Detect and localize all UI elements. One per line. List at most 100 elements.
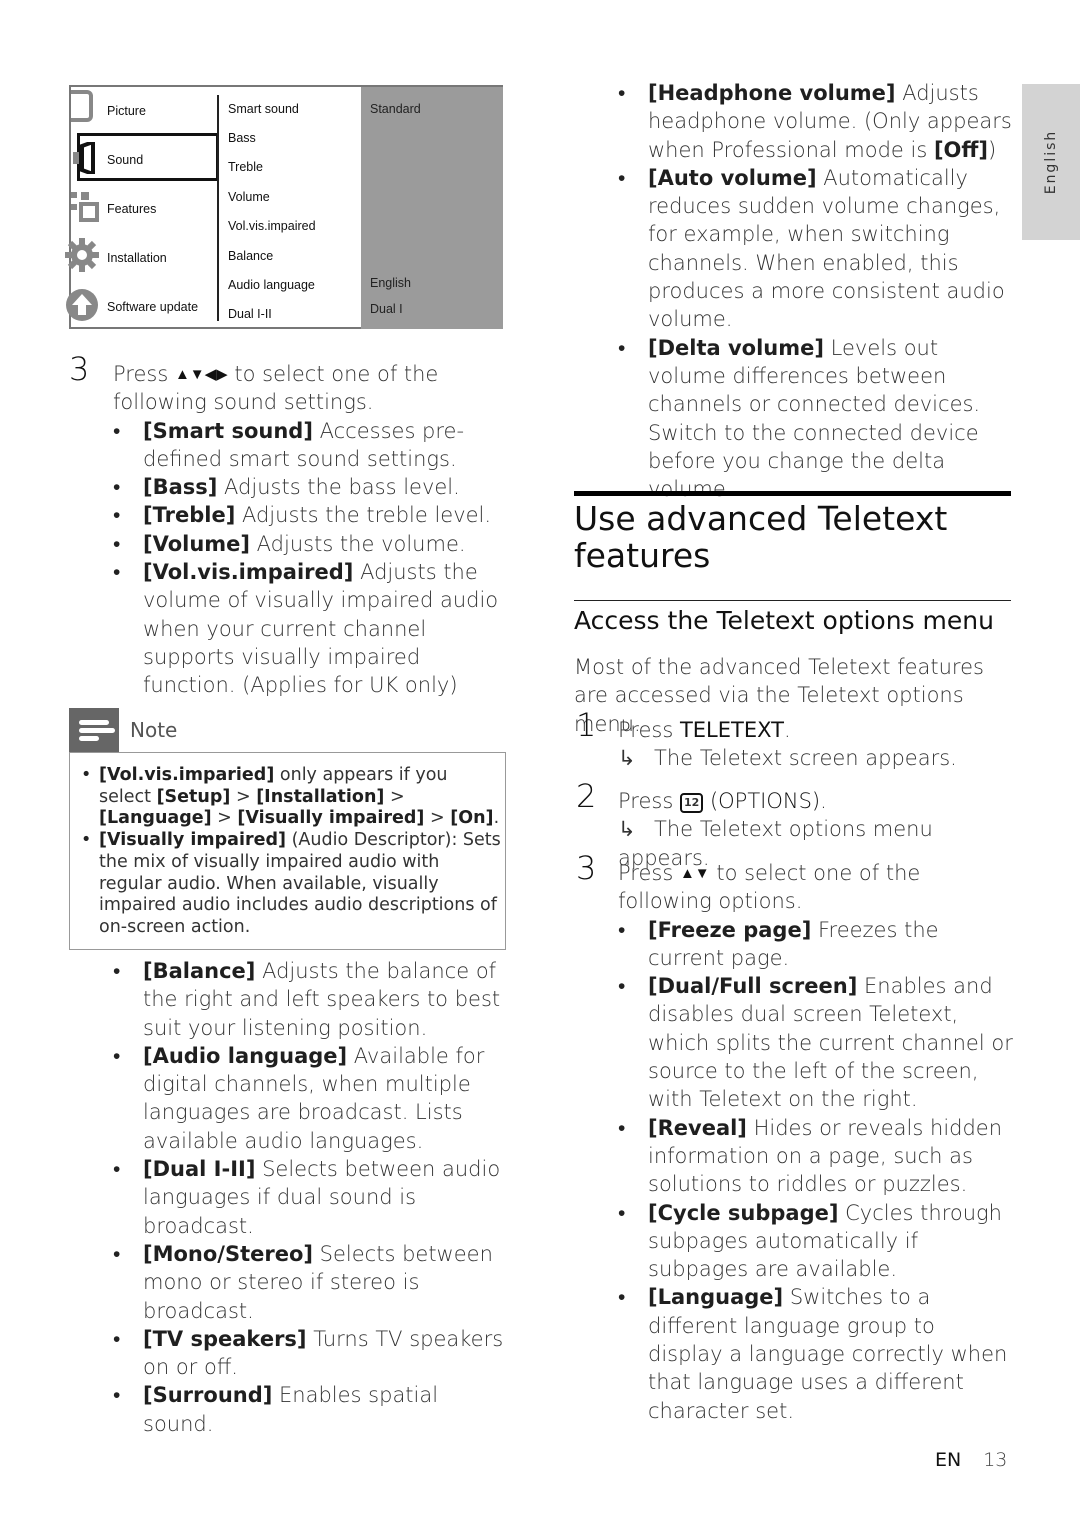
note-item: [Vol.vis.imparied] only appears if you s… <box>81 765 501 830</box>
list-item: [Bass] Adjusts the bass level. <box>113 473 508 502</box>
step-text: Press <box>618 789 680 813</box>
menu-option[interactable]: Bass <box>228 131 256 145</box>
list-item: [Reveal] Hides or reveals hidden informa… <box>618 1114 1013 1199</box>
menu-category-sound[interactable]: Sound <box>107 153 143 167</box>
section-title: Use advanced Teletext features <box>574 499 948 575</box>
item-desc: > <box>424 808 451 829</box>
item-term: [Smart sound] <box>143 418 313 443</box>
list-item: [Balance] Adjusts the balance of the rig… <box>113 957 513 1042</box>
item-desc: Levels out volume differences between ch… <box>648 335 981 502</box>
step-text: Press <box>618 861 680 885</box>
item-term: [Language] <box>99 808 212 829</box>
key-name: TELETEXT <box>679 718 784 742</box>
item-term: [Surround] <box>143 1383 273 1408</box>
item-term: [Vol.vis.impaired] <box>143 560 354 585</box>
note-item: [Visually impaired] (Audio Descriptor): … <box>81 830 501 939</box>
list-item: [Language] Switches to a different langu… <box>618 1283 1013 1424</box>
step-instruction: Press ▲▼◀▶ to select one of the followin… <box>113 360 508 417</box>
key-name: (OPTIONS) <box>703 789 821 813</box>
step-number: 3 <box>576 849 597 887</box>
menu-option[interactable]: Volume <box>228 190 270 204</box>
picture-icon <box>71 90 93 122</box>
item-term: [Reveal] <box>648 1115 747 1140</box>
note-label: Note <box>130 718 178 742</box>
item-term: [Bass] <box>143 475 218 500</box>
item-term: [Volume] <box>143 531 250 556</box>
footer-language: EN <box>935 1449 962 1471</box>
speaker-icon <box>73 139 97 179</box>
list-item: [Headphone volume] Adjusts headphone vol… <box>618 79 1013 164</box>
step-number: 2 <box>576 777 597 815</box>
item-term: [Visually impaired] <box>99 830 287 851</box>
list-item: [Vol.vis.impaired] Adjusts the volume of… <box>113 558 508 699</box>
step-number: 3 <box>69 350 90 388</box>
language-side-tab: English <box>1022 84 1080 240</box>
item-term: [Balance] <box>143 959 256 983</box>
menu-column-divider <box>217 95 219 321</box>
item-term: [Vol.vis.imparied] <box>99 765 275 785</box>
item-term: [Delta volume] <box>648 335 824 360</box>
teletext-step-1: Press TELETEXT. ↳ The Teletext screen app… <box>618 716 1013 773</box>
item-term: [Language] <box>648 1285 784 1310</box>
list-item: [Dual/Full screen] Enables and disables … <box>618 972 1013 1113</box>
list-item: [Cycle subpage] Cycles through subpages … <box>618 1199 1013 1284</box>
subsection-title: Access the Teletext options menu <box>574 606 994 635</box>
item-term: [On] <box>450 808 494 829</box>
menu-option[interactable]: Balance <box>228 249 273 263</box>
menu-option[interactable]: Audio language <box>228 278 315 292</box>
menu-category-installation[interactable]: Installation <box>107 251 167 265</box>
list-item: [Surround] Enables spatial sound. <box>113 1381 513 1438</box>
item-term: [TV speakers] <box>143 1326 307 1351</box>
menu-selection-highlight <box>77 133 219 181</box>
arrow-keys-icon: ▲▼ <box>679 864 710 882</box>
menu-category-software-update[interactable]: Software update <box>107 300 198 314</box>
page-number: 13 <box>983 1449 1008 1471</box>
upload-icon <box>65 288 99 327</box>
note-icon <box>69 708 119 752</box>
step-text: Press <box>113 362 175 386</box>
item-desc: Adjusts the bass level. <box>217 475 460 500</box>
item-term: [Freeze page] <box>648 917 812 942</box>
menu-category-features[interactable]: Features <box>107 202 156 216</box>
note-box: [Vol.vis.imparied] only appears if you s… <box>69 752 506 950</box>
side-tab-label: English <box>1043 129 1059 195</box>
step-text: Press <box>618 718 680 742</box>
step-number: 1 <box>576 706 597 744</box>
step-result: The Teletext screen appears. <box>654 746 957 771</box>
item-term: [Headphone volume] <box>648 81 896 105</box>
item-term: [Visually impaired] <box>237 808 425 829</box>
item-desc: ) <box>988 137 997 162</box>
list-item: [Mono/Stereo] Selects between mono or st… <box>113 1240 513 1325</box>
list-item: [TV speakers] Turns TV speakers on or of… <box>113 1325 513 1382</box>
section-rule <box>574 491 1011 496</box>
menu-value-smart-sound: Standard <box>370 102 421 116</box>
menu-value-audio-language: English <box>370 276 411 290</box>
item-term: [Installation] <box>256 786 385 807</box>
gear-icon <box>65 238 99 277</box>
subsection-rule <box>574 600 1011 601</box>
menu-option[interactable]: Vol.vis.impaired <box>228 219 316 233</box>
item-term: [Treble] <box>143 503 236 528</box>
item-term: [Off] <box>933 137 989 162</box>
item-desc: Automatically reduces sudden volume chan… <box>648 165 1005 332</box>
menu-category-picture[interactable]: Picture <box>107 104 146 118</box>
step-text: . <box>820 789 827 813</box>
item-term: [Auto volume] <box>648 165 817 190</box>
list-item: [Smart sound] Accesses pre-defined smart… <box>113 417 508 474</box>
menu-option[interactable]: Smart sound <box>228 102 299 116</box>
menu-option[interactable]: Dual I-II <box>228 307 272 321</box>
list-item: [Audio language] Available for digital c… <box>113 1042 513 1155</box>
item-term: [Dual/Full screen] <box>648 974 858 999</box>
teletext-options-list: [Freeze page] Freezes the current page. … <box>618 916 1013 1425</box>
list-item: [Auto volume] Automatically reduces sudd… <box>618 164 1013 334</box>
list-item: [Volume] Adjusts the volume. <box>113 530 508 559</box>
list-item: [Delta volume] Levels out volume differe… <box>618 334 1013 504</box>
menu-option[interactable]: Treble <box>228 160 263 174</box>
item-desc: . <box>493 808 500 829</box>
item-term: [Cycle subpage] <box>648 1200 839 1225</box>
sound-settings-list: [Smart sound] Accesses pre-defined smart… <box>113 417 508 700</box>
item-desc: > <box>384 786 405 807</box>
item-desc: > <box>230 786 257 807</box>
list-item: [Freeze page] Freezes the current page. <box>618 916 1013 973</box>
arrow-keys-icon: ▲▼◀▶ <box>174 365 228 383</box>
